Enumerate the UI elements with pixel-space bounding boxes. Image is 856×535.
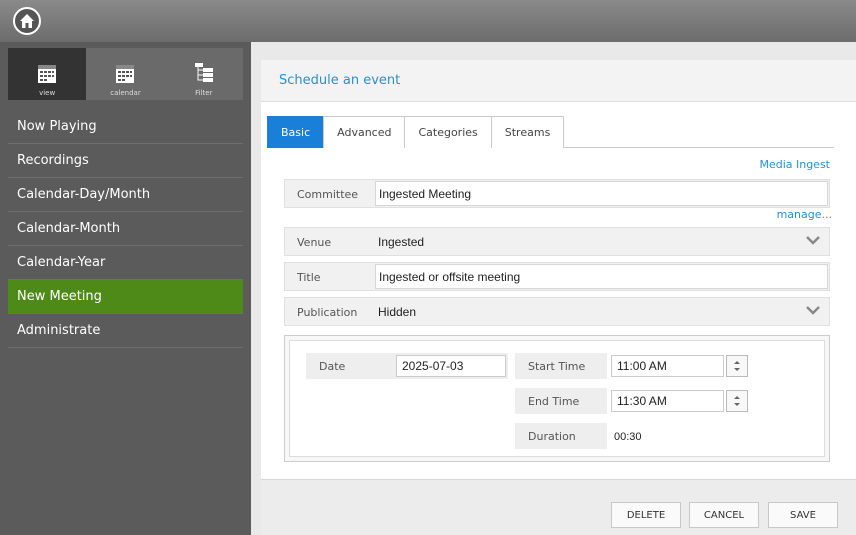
- committee-field[interactable]: Ingested Meeting: [375, 181, 828, 206]
- tab-basic[interactable]: Basic: [267, 116, 325, 148]
- sidebar-item-administrate[interactable]: Administrate: [8, 314, 243, 348]
- title-field[interactable]: Ingested or offsite meeting: [375, 264, 828, 289]
- view-button-calendar[interactable]: calendar: [86, 48, 165, 100]
- end-time-stepper[interactable]: [726, 390, 748, 412]
- sidebar-item-calendar-month[interactable]: Calendar-Month: [8, 212, 243, 246]
- committee-row: Committee Ingested Meeting: [284, 179, 830, 208]
- date-time-group: Date 2025-07-03 Start Time 11:00 AM End …: [284, 335, 830, 462]
- sidebar-nav: Now Playing Recordings Calendar-Day/Mont…: [8, 110, 243, 348]
- sidebar-item-now-playing[interactable]: Now Playing: [8, 110, 243, 144]
- duration-value: 00:30: [614, 431, 642, 443]
- calendar-grid-icon: [38, 65, 57, 83]
- chevron-down-icon[interactable]: [805, 304, 821, 316]
- tree-filter-icon: [194, 63, 213, 82]
- publication-select[interactable]: Hidden: [378, 305, 416, 319]
- view-button-label: calendar: [110, 89, 141, 97]
- end-time-cell: End Time: [515, 388, 607, 414]
- duration-cell: Duration: [515, 423, 607, 449]
- view-button-label: Filter: [195, 89, 213, 97]
- media-ingest-link[interactable]: Media Ingest: [759, 158, 830, 171]
- home-icon: [20, 14, 34, 28]
- main-area: Schedule an event Basic Advanced Categor…: [251, 42, 856, 535]
- committee-label: Committee: [297, 188, 359, 201]
- sidebar: view calendar Filter Now Playing Recordi…: [0, 42, 251, 535]
- end-time-input[interactable]: 11:30 AM: [611, 390, 724, 412]
- view-switcher: view calendar Filter: [8, 48, 243, 100]
- start-time-label: Start Time: [528, 360, 586, 373]
- spinner-arrows-icon: [734, 396, 740, 406]
- publication-row: Publication Hidden: [284, 297, 830, 326]
- save-button[interactable]: SAVE: [768, 502, 838, 528]
- top-bar: [0, 0, 856, 42]
- publication-label: Publication: [297, 306, 358, 319]
- panel-title: Schedule an event: [279, 73, 401, 88]
- date-time-inner: Date 2025-07-03 Start Time 11:00 AM End …: [289, 340, 825, 457]
- date-input[interactable]: 2025-07-03: [396, 355, 506, 377]
- venue-select[interactable]: Ingested: [378, 235, 424, 249]
- sidebar-item-new-meeting[interactable]: New Meeting: [8, 280, 243, 314]
- delete-button[interactable]: DELETE: [611, 502, 681, 528]
- action-footer: DELETE CANCEL SAVE: [261, 479, 856, 535]
- venue-label: Venue: [297, 236, 332, 249]
- duration-label: Duration: [528, 430, 576, 443]
- start-time-cell: Start Time: [515, 353, 607, 379]
- manage-link[interactable]: manage...: [777, 208, 832, 221]
- view-button-label: view: [39, 89, 56, 97]
- home-button[interactable]: [13, 7, 41, 35]
- title-label: Title: [297, 271, 321, 284]
- chevron-down-icon[interactable]: [805, 234, 821, 246]
- title-row: Title Ingested or offsite meeting: [284, 262, 830, 291]
- tab-advanced[interactable]: Advanced: [323, 116, 406, 148]
- sidebar-item-calendar-year[interactable]: Calendar-Year: [8, 246, 243, 280]
- tab-streams[interactable]: Streams: [490, 116, 565, 148]
- start-time-input[interactable]: 11:00 AM: [611, 355, 724, 377]
- date-label: Date: [319, 360, 346, 373]
- cancel-button[interactable]: CANCEL: [689, 502, 759, 528]
- calendar-grid-icon: [116, 65, 135, 83]
- panel-body: Basic Advanced Categories Streams Media …: [261, 102, 856, 479]
- start-time-stepper[interactable]: [726, 355, 748, 377]
- end-time-label: End Time: [528, 395, 580, 408]
- view-button-view[interactable]: view: [8, 48, 87, 100]
- spinner-arrows-icon: [734, 361, 740, 371]
- date-cell: Date 2025-07-03: [306, 353, 508, 379]
- sidebar-item-recordings[interactable]: Recordings: [8, 144, 243, 178]
- panel-header: Schedule an event: [261, 60, 856, 102]
- view-button-filter[interactable]: Filter: [164, 48, 243, 100]
- venue-row: Venue Ingested: [284, 227, 830, 256]
- tab-bar: Basic Advanced Categories Streams: [267, 116, 834, 148]
- tab-categories[interactable]: Categories: [404, 116, 492, 148]
- sidebar-item-calendar-day-month[interactable]: Calendar-Day/Month: [8, 178, 243, 212]
